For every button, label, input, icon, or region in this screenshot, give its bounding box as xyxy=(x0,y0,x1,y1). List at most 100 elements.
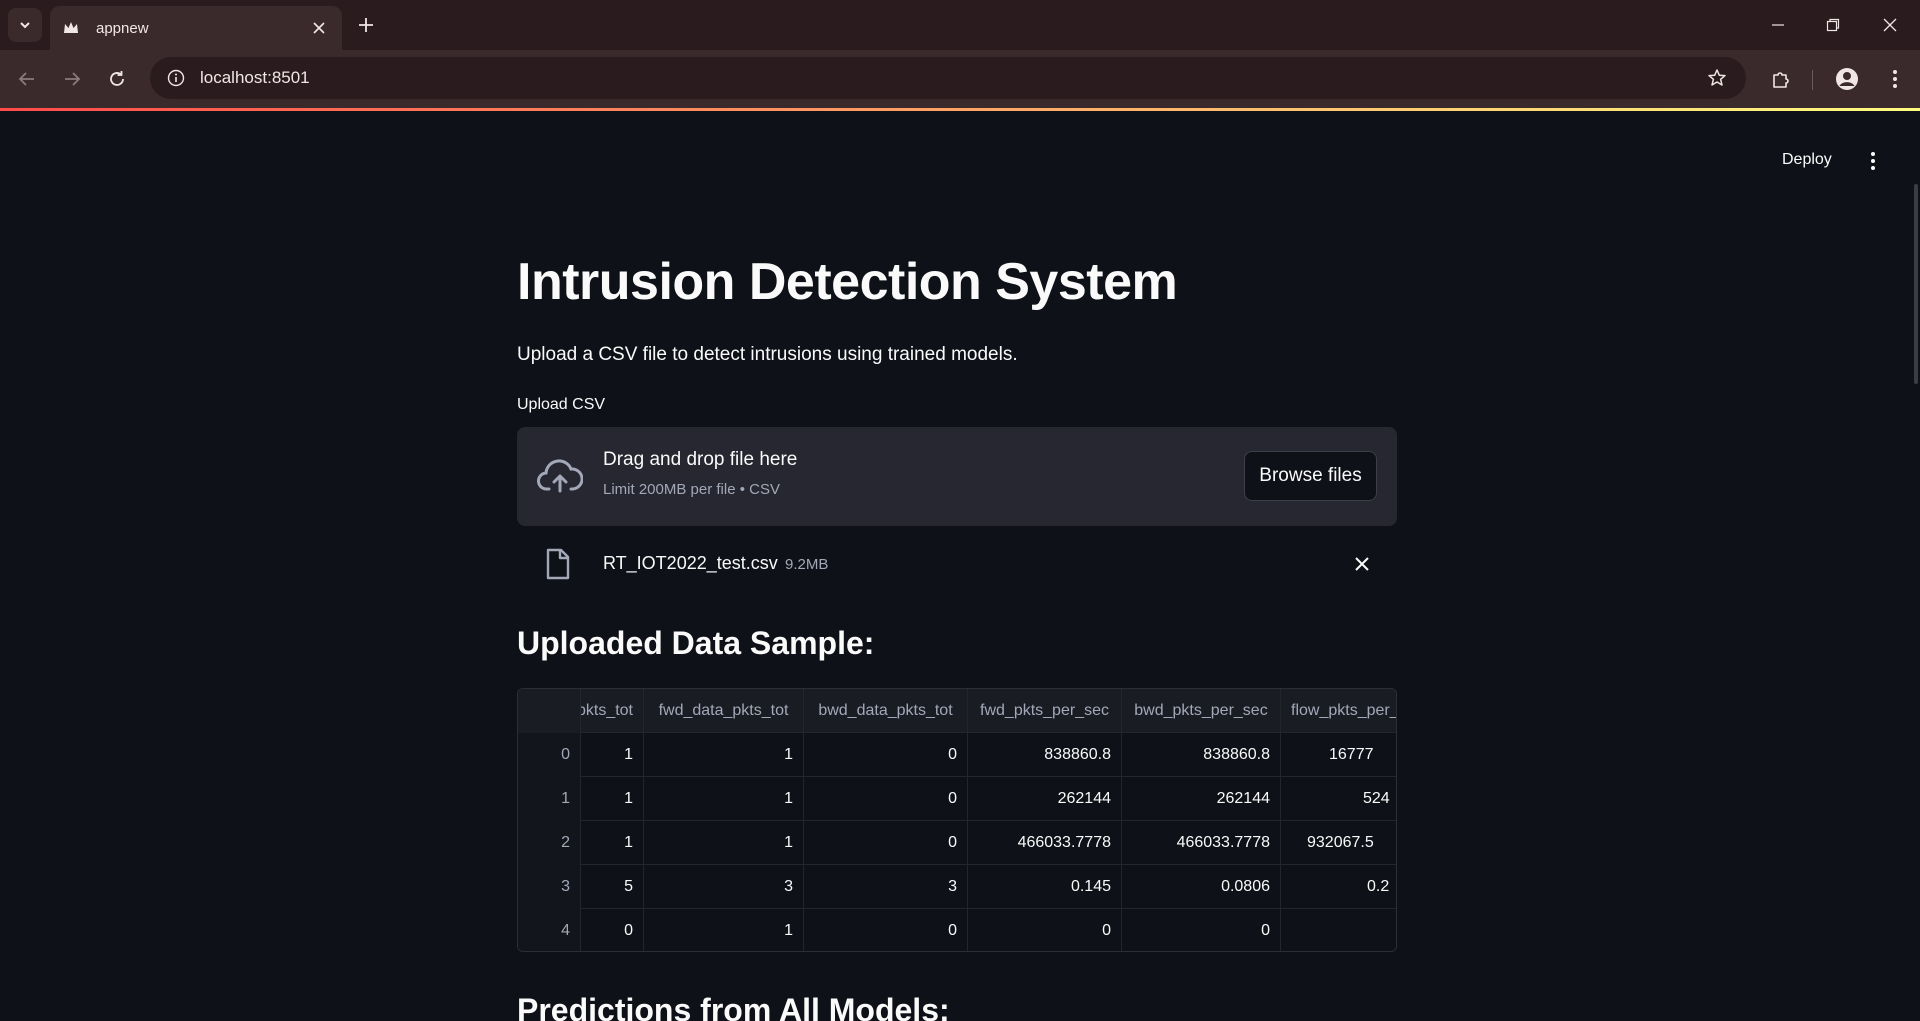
profile-button[interactable] xyxy=(1832,64,1862,94)
table-cell[interactable]: 0.145 xyxy=(968,865,1122,909)
table-cell[interactable]: 0 xyxy=(804,821,968,865)
table-cell[interactable]: 838860.8 xyxy=(1122,733,1281,777)
table-row: 3 5 3 3 0.145 0.0806 0.2 xyxy=(518,865,1396,909)
table-cell[interactable]: 466033.7778 xyxy=(1122,821,1281,865)
column-header[interactable]: flow_pkts_per_ xyxy=(1281,689,1396,733)
dropzone-instructions: Drag and drop file here xyxy=(603,449,798,470)
streamlit-crown-icon xyxy=(62,19,80,37)
browse-files-button[interactable]: Browse files xyxy=(1244,451,1377,501)
close-tab-icon[interactable] xyxy=(308,17,330,39)
remove-file-button[interactable] xyxy=(1349,551,1375,577)
puzzle-piece-icon xyxy=(1773,72,1789,88)
row-index: 4 xyxy=(518,909,581,951)
back-button[interactable] xyxy=(12,64,42,94)
minimize-button[interactable] xyxy=(1765,12,1791,38)
uploaded-file-size: 9.2MB xyxy=(785,556,829,573)
restore-icon xyxy=(1826,18,1840,32)
table-cell[interactable]: 0 xyxy=(804,777,968,821)
column-header[interactable]: fwd_pkts_per_sec xyxy=(968,689,1122,733)
table-row: 0 1 1 0 838860.8 838860.8 16777 xyxy=(518,733,1396,777)
minimize-icon xyxy=(1772,24,1784,26)
address-bar[interactable]: localhost:8501 xyxy=(150,57,1746,99)
toolbar-divider xyxy=(1812,70,1813,90)
table-cell[interactable]: 0 xyxy=(968,909,1122,951)
table-header-row: pkts_tot fwd_data_pkts_tot bwd_data_pkts… xyxy=(518,689,1396,733)
plus-icon xyxy=(359,18,373,32)
table-cell[interactable]: 932067.5 xyxy=(1281,821,1396,865)
table-cell[interactable]: 466033.7778 xyxy=(968,821,1122,865)
table-row: 2 1 1 0 466033.7778 466033.7778 932067.5 xyxy=(518,821,1396,865)
chevron-down-icon xyxy=(20,22,30,29)
table-cell[interactable]: 1 xyxy=(644,733,804,777)
extensions-button[interactable] xyxy=(1766,64,1796,94)
table-cell[interactable] xyxy=(1281,909,1396,951)
column-header[interactable]: pkts_tot xyxy=(581,689,644,733)
file-dropzone[interactable]: Drag and drop file here Limit 200MB per … xyxy=(517,427,1397,526)
table-cell[interactable]: 1 xyxy=(644,909,804,951)
uploaded-file-item: RT_IOT2022_test.csv 9.2MB xyxy=(517,538,1397,588)
table-cell[interactable]: 0 xyxy=(581,909,644,951)
table-cell[interactable]: 0 xyxy=(804,909,968,951)
table-cell[interactable]: 0 xyxy=(804,733,968,777)
sample-heading: Uploaded Data Sample: xyxy=(517,625,875,661)
deploy-button[interactable]: Deploy xyxy=(1770,143,1844,177)
column-header[interactable]: bwd_data_pkts_tot xyxy=(804,689,968,733)
table-row: 1 1 1 0 262144 262144 524 xyxy=(518,777,1396,821)
profile-avatar-icon xyxy=(1836,68,1858,90)
table-cell[interactable]: 1 xyxy=(581,777,644,821)
close-window-button[interactable] xyxy=(1877,12,1903,38)
header-decoration-bar xyxy=(0,108,1920,111)
table-cell[interactable]: 1 xyxy=(644,821,804,865)
table-cell[interactable]: 16777 xyxy=(1281,733,1396,777)
table-cell[interactable]: 262144 xyxy=(1122,777,1281,821)
browser-tab-bar: appnew xyxy=(0,0,1920,50)
table-cell[interactable]: 0.2 xyxy=(1281,865,1396,909)
upload-label: Upload CSV xyxy=(517,396,606,413)
column-header[interactable]: fwd_data_pkts_tot xyxy=(644,689,804,733)
data-sample-table[interactable]: pkts_tot fwd_data_pkts_tot bwd_data_pkts… xyxy=(517,688,1397,952)
app-main-menu-button[interactable] xyxy=(1858,146,1888,176)
table-cell[interactable]: 0.0806 xyxy=(1122,865,1281,909)
page-description: Upload a CSV file to detect intrusions u… xyxy=(517,344,1018,365)
table-cell[interactable]: 5 xyxy=(581,865,644,909)
bookmark-star-icon[interactable] xyxy=(1702,63,1732,93)
arrow-left-icon xyxy=(18,72,34,86)
site-info-icon[interactable] xyxy=(164,66,188,90)
page-scrollbar[interactable] xyxy=(1914,184,1918,384)
column-header[interactable]: bwd_pkts_per_sec xyxy=(1122,689,1281,733)
forward-button[interactable] xyxy=(57,64,87,94)
row-index: 1 xyxy=(518,777,581,821)
vertical-dots-icon xyxy=(1871,152,1875,170)
browser-tab[interactable]: appnew xyxy=(50,6,342,50)
table-cell[interactable]: 0 xyxy=(1122,909,1281,951)
table-cell[interactable]: 3 xyxy=(644,865,804,909)
reload-icon xyxy=(110,71,124,86)
vertical-dots-icon xyxy=(1893,70,1897,88)
row-index: 0 xyxy=(518,733,581,777)
tab-title: appnew xyxy=(96,19,149,37)
file-icon xyxy=(546,548,570,580)
uploaded-file-name: RT_IOT2022_test.csv xyxy=(603,553,778,573)
table-cell[interactable]: 1 xyxy=(581,821,644,865)
streamlit-app: Deploy Intrusion Detection System Upload… xyxy=(0,108,1920,1021)
tab-search-button[interactable] xyxy=(8,8,42,42)
dropzone-limit-text: Limit 200MB per file • CSV xyxy=(603,481,780,498)
row-index: 3 xyxy=(518,865,581,909)
close-icon xyxy=(1883,18,1897,32)
restore-button[interactable] xyxy=(1820,12,1846,38)
index-header xyxy=(518,689,581,733)
url-text[interactable]: localhost:8501 xyxy=(200,68,1702,88)
table-cell[interactable]: 838860.8 xyxy=(968,733,1122,777)
table-cell[interactable]: 524 xyxy=(1281,777,1396,821)
table-cell[interactable]: 1 xyxy=(644,777,804,821)
reload-button[interactable] xyxy=(102,64,132,94)
table-cell[interactable]: 1 xyxy=(581,733,644,777)
close-icon xyxy=(1355,557,1369,571)
arrow-right-icon xyxy=(65,72,81,86)
page-title: Intrusion Detection System xyxy=(517,253,1178,311)
table-cell[interactable]: 3 xyxy=(804,865,968,909)
browser-menu-button[interactable] xyxy=(1880,64,1910,94)
table-cell[interactable]: 262144 xyxy=(968,777,1122,821)
cloud-upload-icon xyxy=(537,459,583,493)
new-tab-button[interactable] xyxy=(354,13,378,37)
